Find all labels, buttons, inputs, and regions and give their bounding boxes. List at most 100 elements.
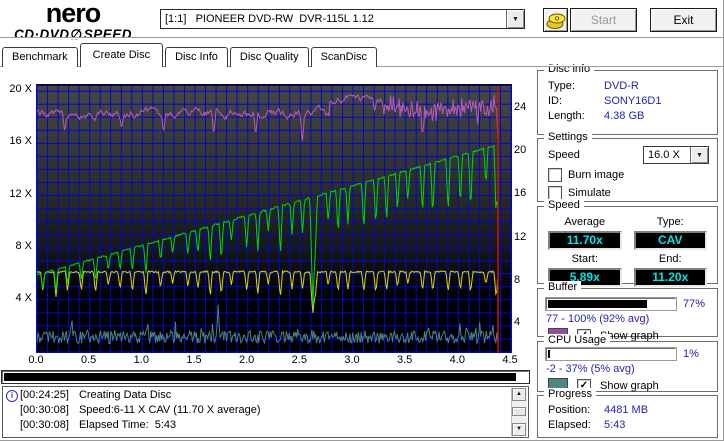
tab-create-disc[interactable]: Create Disc	[79, 43, 164, 67]
log-scrollbar[interactable]: ▲ ▼	[511, 388, 527, 436]
end-label: End:	[658, 253, 682, 265]
progress-group: Progress Position: 4481 MB Elapsed: 5:43	[537, 388, 718, 438]
tab-bar: Benchmark Create Disc Disc Info Disc Qualit…	[2, 43, 379, 67]
log-timestamp: [00:30:08]	[20, 404, 69, 416]
cpu-usage-fill	[548, 350, 550, 358]
y-axis-label: 20 X	[9, 83, 32, 96]
cpu-range-text: -2 - 37% (5% avg)	[546, 363, 635, 375]
speed-graph	[36, 84, 512, 353]
speed-setting-label: Speed	[548, 149, 580, 161]
average-speed-value: 11.70x	[548, 231, 622, 250]
secondary-speed-line	[37, 269, 499, 313]
tab-scandisc[interactable]: ScanDisc	[310, 47, 378, 67]
cpu-usage-title: CPU Usage	[544, 334, 611, 346]
x-axis-label: 2.5	[291, 354, 307, 366]
speed-select-value: 16.0 X	[648, 149, 680, 161]
elapsed-label: Elapsed:	[548, 419, 591, 431]
logo-cddvd: CD·DVD	[13, 27, 70, 42]
right-axis-label: 4	[514, 316, 521, 328]
log-message: Creating Data Disc	[78, 389, 172, 401]
x-axis-label: 0.5	[81, 354, 97, 366]
cpu-percent: 1%	[683, 348, 699, 360]
tab-disc-quality[interactable]: Disc Quality	[229, 47, 309, 67]
cpu-usage-bar	[545, 347, 677, 361]
scrollbar-thumb[interactable]	[512, 407, 526, 416]
start-label: Start:	[571, 253, 598, 265]
x-axis-label: 3.0	[344, 354, 360, 366]
position-value: 4481 MB	[604, 404, 649, 416]
settings-title: Settings	[544, 131, 592, 143]
disc-id-value: SONY16D1	[604, 95, 662, 107]
start-button[interactable]: Start	[570, 8, 637, 32]
x-axis-label: 4.5	[502, 354, 518, 366]
buffer-group: Buffer 77% 77 - 100% (92% avg) ✓ Show gr…	[537, 281, 718, 343]
disc-info-group: Disc info Type: DVD-R ID: SONY16D1 Lengt…	[537, 63, 718, 135]
x-axis-label: 4.0	[449, 354, 465, 366]
log-message: Elapsed Time: 5:43	[78, 419, 177, 431]
disc-logo-icon: ∅	[70, 27, 83, 42]
right-axis-label: 20	[514, 144, 527, 156]
log-line: i [00:24:25] Creating Data Disc	[5, 388, 510, 403]
eject-button[interactable]	[543, 8, 568, 32]
x-axis-label: 2.0	[239, 354, 255, 366]
exit-button[interactable]: Exit	[650, 8, 717, 32]
disc-type-label: Type:	[548, 80, 575, 92]
disc-length-label: Length:	[548, 110, 585, 122]
position-label: Position:	[548, 404, 591, 416]
y-axis-label: 4 X	[15, 291, 32, 304]
x-axis-label: 0.0	[28, 354, 44, 366]
dropdown-arrow-icon[interactable]: ▼	[506, 10, 524, 28]
disc-id-label: ID:	[548, 95, 563, 107]
drive-selector[interactable]: [1:1] PIONEER DVD-RW DVR-115L 1.12 ▼	[160, 9, 525, 29]
speed-dropdown-arrow-icon[interactable]: ▼	[690, 147, 708, 163]
end-speed-value: 11.20x	[633, 268, 707, 287]
x-axis-label: 3.5	[397, 354, 413, 366]
log-timestamp: [00:24:25]	[20, 389, 69, 401]
cd-dvd-speed-logo-text: CD·DVD∅SPEED	[2, 28, 144, 42]
cpu-usage-line	[37, 304, 499, 346]
header-divider	[0, 37, 723, 39]
disc-type-value: DVD-R	[604, 80, 639, 92]
nero-logo: nero CD·DVD∅SPEED	[2, 0, 144, 42]
buffer-level-line	[37, 94, 499, 141]
scroll-up-icon[interactable]: ▲	[512, 388, 526, 401]
elapsed-value: 5:43	[604, 419, 626, 431]
speed-select[interactable]: 16.0 X ▼	[643, 146, 709, 164]
buffer-level-bar	[545, 297, 677, 311]
log-timestamp: [00:30:08]	[20, 419, 69, 431]
tab-disc-info[interactable]: Disc Info	[165, 47, 228, 67]
log-line: [00:30:08] Elapsed Time: 5:43	[5, 418, 510, 433]
burn-image-label: Burn image	[568, 169, 625, 181]
log-message: Speed:6-11 X CAV (11.70 X average)	[78, 404, 261, 416]
drive-selector-value: [1:1] PIONEER DVD-RW DVR-115L 1.12	[165, 13, 374, 25]
speed-group-title: Speed	[544, 199, 584, 211]
cpu-usage-group: CPU Usage 1% -2 - 37% (5% avg) ✓ Show gr…	[537, 334, 718, 393]
burn-image-checkbox[interactable]	[548, 168, 562, 182]
tab-benchmark[interactable]: Benchmark	[2, 47, 78, 67]
type-label: Type:	[656, 216, 684, 228]
right-axis-label: 16	[514, 187, 527, 199]
y-axis-label: 16 X	[9, 135, 32, 148]
write-type-value: CAV	[633, 231, 707, 250]
progress-title: Progress	[544, 388, 597, 400]
info-icon: i	[6, 389, 18, 402]
speed-group: Speed Average Type: 11.70x CAV Start: En…	[537, 199, 718, 287]
y-axis-label: 8 X	[15, 239, 32, 252]
scroll-down-icon[interactable]: ▼	[512, 423, 526, 436]
buffer-percent: 77%	[683, 298, 706, 310]
eject-disc-icon	[546, 13, 565, 29]
buffer-group-title: Buffer	[544, 281, 582, 293]
log-panel: i [00:24:25] Creating Data Disc [00:30:08] S…	[2, 386, 529, 438]
right-axis-label: 24	[514, 101, 527, 113]
simulate-checkbox[interactable]	[548, 186, 562, 200]
y-axis-label: 12 X	[9, 187, 32, 200]
log-line: [00:30:08] Speed:6-11 X CAV (11.70 X aver…	[5, 403, 510, 418]
x-axis-label: 1.0	[133, 354, 149, 366]
write-progress-bar	[1, 370, 530, 384]
cpu-show-graph-label: Show graph	[600, 379, 659, 392]
logo-speed: SPEED	[83, 27, 133, 42]
right-axis-label: 12	[514, 231, 527, 243]
nero-logo-text: nero	[45, 0, 102, 28]
write-progress-fill	[4, 373, 516, 381]
simulate-label: Simulate	[568, 187, 611, 199]
